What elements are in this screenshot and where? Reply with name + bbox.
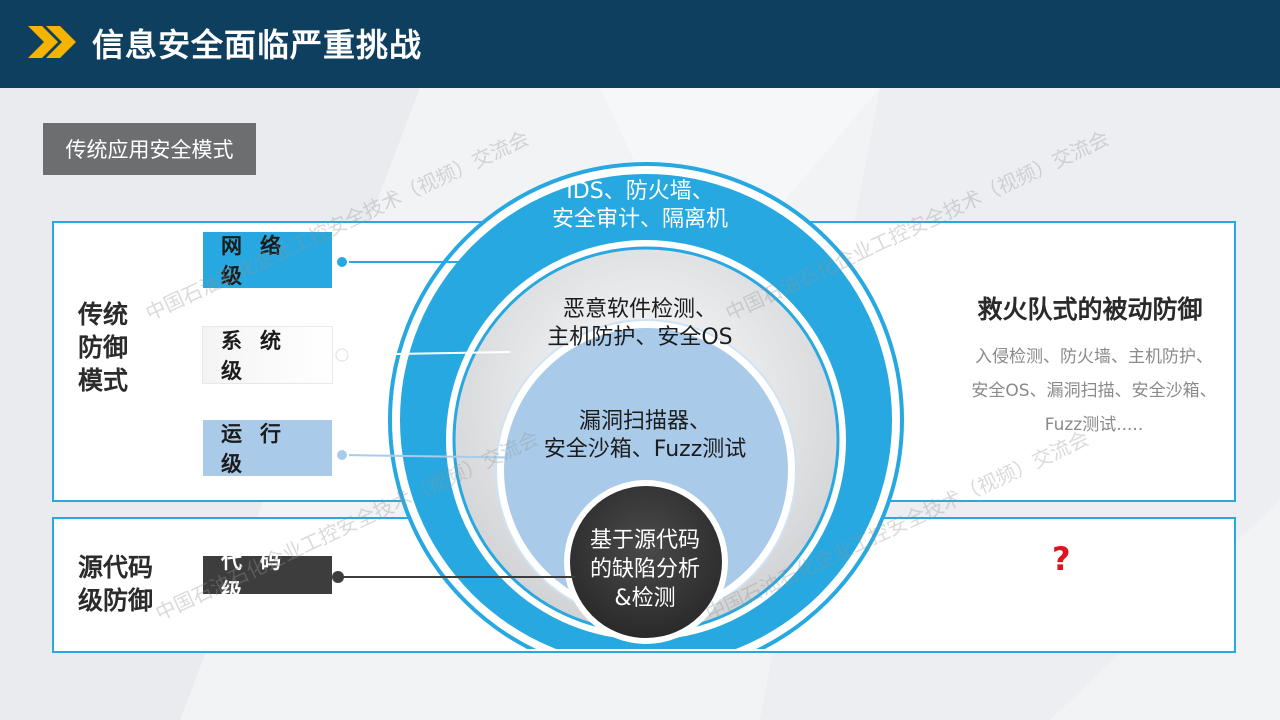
- question-mark: ?: [1052, 540, 1071, 578]
- network-ring-text: IDS、防火墙、 安全审计、隔离机: [551, 179, 728, 232]
- system-connector-dot: [335, 348, 349, 362]
- runtime-connector-dot: [335, 448, 349, 462]
- passive-defense-title: 救火队式的被动防御: [977, 295, 1203, 324]
- runtime-ring-text: 漏洞扫描器、 安全沙箱、Fuzz测试: [543, 409, 747, 462]
- system-level-box: 系统级: [203, 327, 332, 383]
- network-connector-dot: [335, 255, 349, 269]
- code-connector-dot: [332, 571, 344, 583]
- passive-defense-description: 入侵检测、防火墙、主机防护、安全OS、漏洞扫描、安全沙箱、Fuzz测试.....: [971, 347, 1217, 435]
- code-core-text: 基于源代码 的缺陷分析 &检测: [589, 528, 700, 611]
- runtime-level-box: 运行级: [203, 420, 332, 476]
